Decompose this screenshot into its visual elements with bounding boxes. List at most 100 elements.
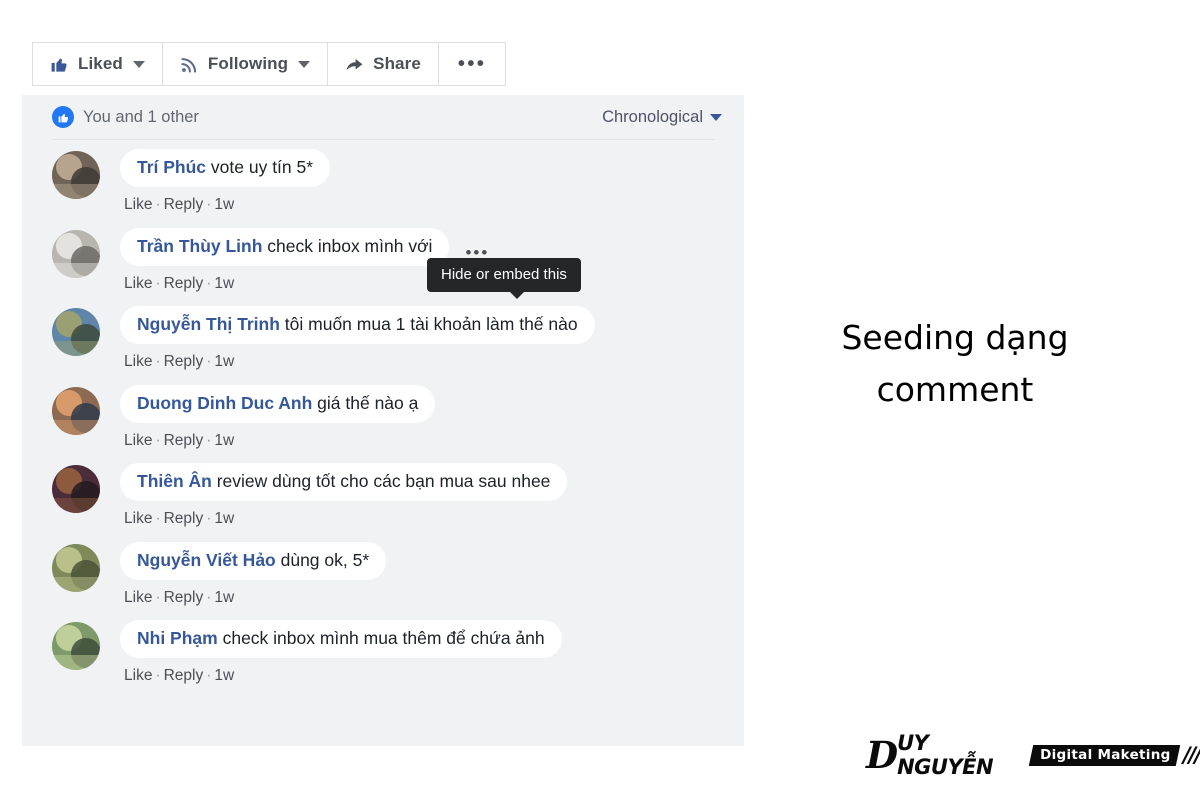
meta-separator: · bbox=[206, 353, 212, 370]
reaction-summary-text: You and 1 other bbox=[83, 107, 199, 126]
rss-icon bbox=[180, 55, 199, 74]
comment-bubble: Trần Thùy Linh check inbox mình với bbox=[120, 227, 450, 266]
comment-list: Trí Phúc vote uy tín 5* Like · Reply · 1w Trần… bbox=[22, 140, 744, 685]
comment-timestamp[interactable]: 1w bbox=[214, 275, 234, 292]
comment-author[interactable]: Nguyễn Viết Hảo bbox=[137, 550, 276, 570]
reaction-summary[interactable]: You and 1 other bbox=[52, 106, 199, 128]
share-arrow-icon bbox=[345, 55, 364, 74]
comment-like-link[interactable]: Like bbox=[124, 432, 152, 449]
logo-tagline: Digital Maketing bbox=[1040, 746, 1172, 763]
avatar[interactable] bbox=[52, 465, 100, 513]
comment-reply-link[interactable]: Reply bbox=[164, 196, 204, 213]
comment-meta: Like · Reply · 1w bbox=[124, 353, 234, 371]
comment-item: Trần Thùy Linh check inbox mình với ••• Li… bbox=[22, 227, 744, 293]
meta-separator: · bbox=[206, 510, 212, 527]
following-button-label: Following bbox=[207, 54, 289, 73]
comment-bubble: Trí Phúc vote uy tín 5* bbox=[120, 149, 331, 187]
comment-reply-link[interactable]: Reply bbox=[164, 589, 204, 606]
chevron-down-icon bbox=[132, 60, 145, 68]
comment-like-link[interactable]: Like bbox=[124, 667, 152, 684]
comment-text: dùng ok, 5* bbox=[275, 549, 370, 570]
meta-separator: · bbox=[155, 196, 161, 213]
caption-line-1: Seeding dạng bbox=[841, 318, 1069, 357]
comment-like-link[interactable]: Like bbox=[124, 353, 152, 370]
comment-like-link[interactable]: Like bbox=[124, 196, 152, 213]
logo-tagline-box: Digital Maketing bbox=[1029, 744, 1181, 766]
comment-timestamp[interactable]: 1w bbox=[214, 510, 234, 527]
comment-author[interactable]: Duong Dinh Duc Anh bbox=[137, 393, 312, 413]
tooltip-arrow-icon bbox=[509, 291, 525, 299]
more-options-button[interactable]: ••• bbox=[437, 42, 507, 86]
share-button[interactable]: Share bbox=[327, 42, 438, 86]
comment-reply-link[interactable]: Reply bbox=[164, 432, 204, 449]
comment-bubble: Nguyễn Viết Hảo dùng ok, 5* bbox=[120, 541, 387, 580]
chevron-down-icon bbox=[298, 60, 311, 68]
like-badge-icon bbox=[52, 106, 74, 128]
meta-separator: · bbox=[206, 196, 212, 213]
avatar[interactable] bbox=[52, 229, 100, 278]
avatar[interactable] bbox=[52, 543, 100, 592]
meta-separator: · bbox=[155, 510, 161, 527]
comment-timestamp[interactable]: 1w bbox=[214, 432, 234, 449]
meta-separator: · bbox=[155, 431, 161, 449]
hide-or-embed-tooltip: Hide or embed this bbox=[427, 258, 581, 299]
comments-section: You and 1 other Chronological Trí Phúc v… bbox=[22, 95, 744, 746]
comment-item: Duong Dinh Duc Anh giá thế nào ạ Like · Rep… bbox=[22, 384, 744, 450]
comment-sort-dropdown[interactable]: Chronological bbox=[602, 108, 722, 127]
comment-author[interactable]: Nhi Phạm bbox=[137, 628, 218, 648]
comment-meta: Like · Reply · 1w bbox=[124, 510, 234, 528]
comment-reply-link[interactable]: Reply bbox=[164, 275, 204, 292]
comment-reply-link[interactable]: Reply bbox=[164, 667, 204, 684]
tooltip-text: Hide or embed this bbox=[441, 266, 567, 283]
comment-author[interactable]: Trí Phúc bbox=[137, 157, 206, 177]
comment-text: check inbox mình mua thêm để chứa ảnh bbox=[217, 628, 545, 648]
chevron-down-icon bbox=[710, 113, 722, 121]
comment-meta: Like · Reply · 1w bbox=[124, 275, 234, 293]
comment-sort-label: Chronological bbox=[602, 107, 703, 126]
comment-author[interactable]: Nguyễn Thị Trinh bbox=[137, 314, 280, 334]
logo-brand-name: UY NGUYỄN bbox=[897, 731, 994, 779]
brand-logo: D UY NGUYỄN Digital Maketing /// bbox=[866, 731, 1200, 779]
comment-meta: Like · Reply · 1w bbox=[124, 589, 234, 607]
comment-item: Nguyễn Viết Hảo dùng ok, 5* Like · Reply · 1w bbox=[22, 541, 744, 607]
meta-separator: · bbox=[155, 274, 161, 292]
comment-like-link[interactable]: Like bbox=[124, 510, 152, 527]
following-button[interactable]: Following bbox=[161, 42, 328, 86]
avatar[interactable] bbox=[52, 151, 100, 199]
avatar[interactable] bbox=[52, 386, 100, 435]
ellipsis-icon: ••• bbox=[457, 53, 487, 75]
comment-body: Trí Phúc vote uy tín 5* Like · Reply · 1w bbox=[120, 149, 331, 214]
comment-options-ellipsis-icon[interactable]: ••• bbox=[465, 244, 489, 261]
thumbs-up-icon bbox=[50, 55, 69, 74]
comment-bubble-row: Nguyễn Thị Trinh tôi muốn mua 1 tài khoả… bbox=[120, 306, 595, 344]
avatar[interactable] bbox=[52, 622, 100, 670]
comment-bubble: Thiên Ân review dùng tốt cho các bạn mua… bbox=[120, 463, 568, 501]
comment-body: Nguyễn Thị Trinh tôi muốn mua 1 tài khoả… bbox=[120, 306, 595, 371]
liked-button[interactable]: Liked bbox=[32, 42, 162, 86]
comment-timestamp[interactable]: 1w bbox=[214, 589, 234, 606]
comment-text: review dùng tốt cho các bạn mua sau nhee bbox=[211, 471, 551, 491]
comment-meta: Like · Reply · 1w bbox=[124, 432, 234, 450]
meta-separator: · bbox=[155, 353, 161, 370]
comment-body: Thiên Ân review dùng tốt cho các bạn mua… bbox=[120, 463, 568, 528]
comment-timestamp[interactable]: 1w bbox=[214, 667, 234, 684]
comment-text: tôi muốn mua 1 tài khoản làm thế nào bbox=[279, 314, 578, 334]
comment-author[interactable]: Trần Thùy Linh bbox=[137, 236, 262, 256]
comment-bubble-row: Trí Phúc vote uy tín 5* bbox=[120, 149, 331, 187]
comment-text: vote uy tín 5* bbox=[206, 157, 314, 177]
comment-timestamp[interactable]: 1w bbox=[214, 353, 234, 370]
meta-separator: · bbox=[155, 588, 161, 606]
comment-body: Nguyễn Viết Hảo dùng ok, 5* Like · Reply · 1w bbox=[120, 541, 387, 607]
comment-author[interactable]: Thiên Ân bbox=[137, 471, 212, 491]
comment-item: Trí Phúc vote uy tín 5* Like · Reply · 1w bbox=[22, 149, 744, 214]
comment-bubble: Duong Dinh Duc Anh giá thế nào ạ bbox=[120, 384, 436, 423]
avatar[interactable] bbox=[52, 308, 100, 356]
comment-timestamp[interactable]: 1w bbox=[214, 196, 234, 213]
comment-item: Nguyễn Thị Trinh tôi muốn mua 1 tài khoả… bbox=[22, 306, 744, 371]
post-action-bar: Liked Following Share ••• bbox=[32, 42, 507, 86]
comment-bubble-row: Nguyễn Viết Hảo dùng ok, 5* bbox=[120, 541, 387, 580]
comment-reply-link[interactable]: Reply bbox=[164, 353, 204, 370]
comment-like-link[interactable]: Like bbox=[124, 589, 152, 606]
comment-like-link[interactable]: Like bbox=[124, 275, 152, 292]
comment-reply-link[interactable]: Reply bbox=[164, 510, 204, 527]
